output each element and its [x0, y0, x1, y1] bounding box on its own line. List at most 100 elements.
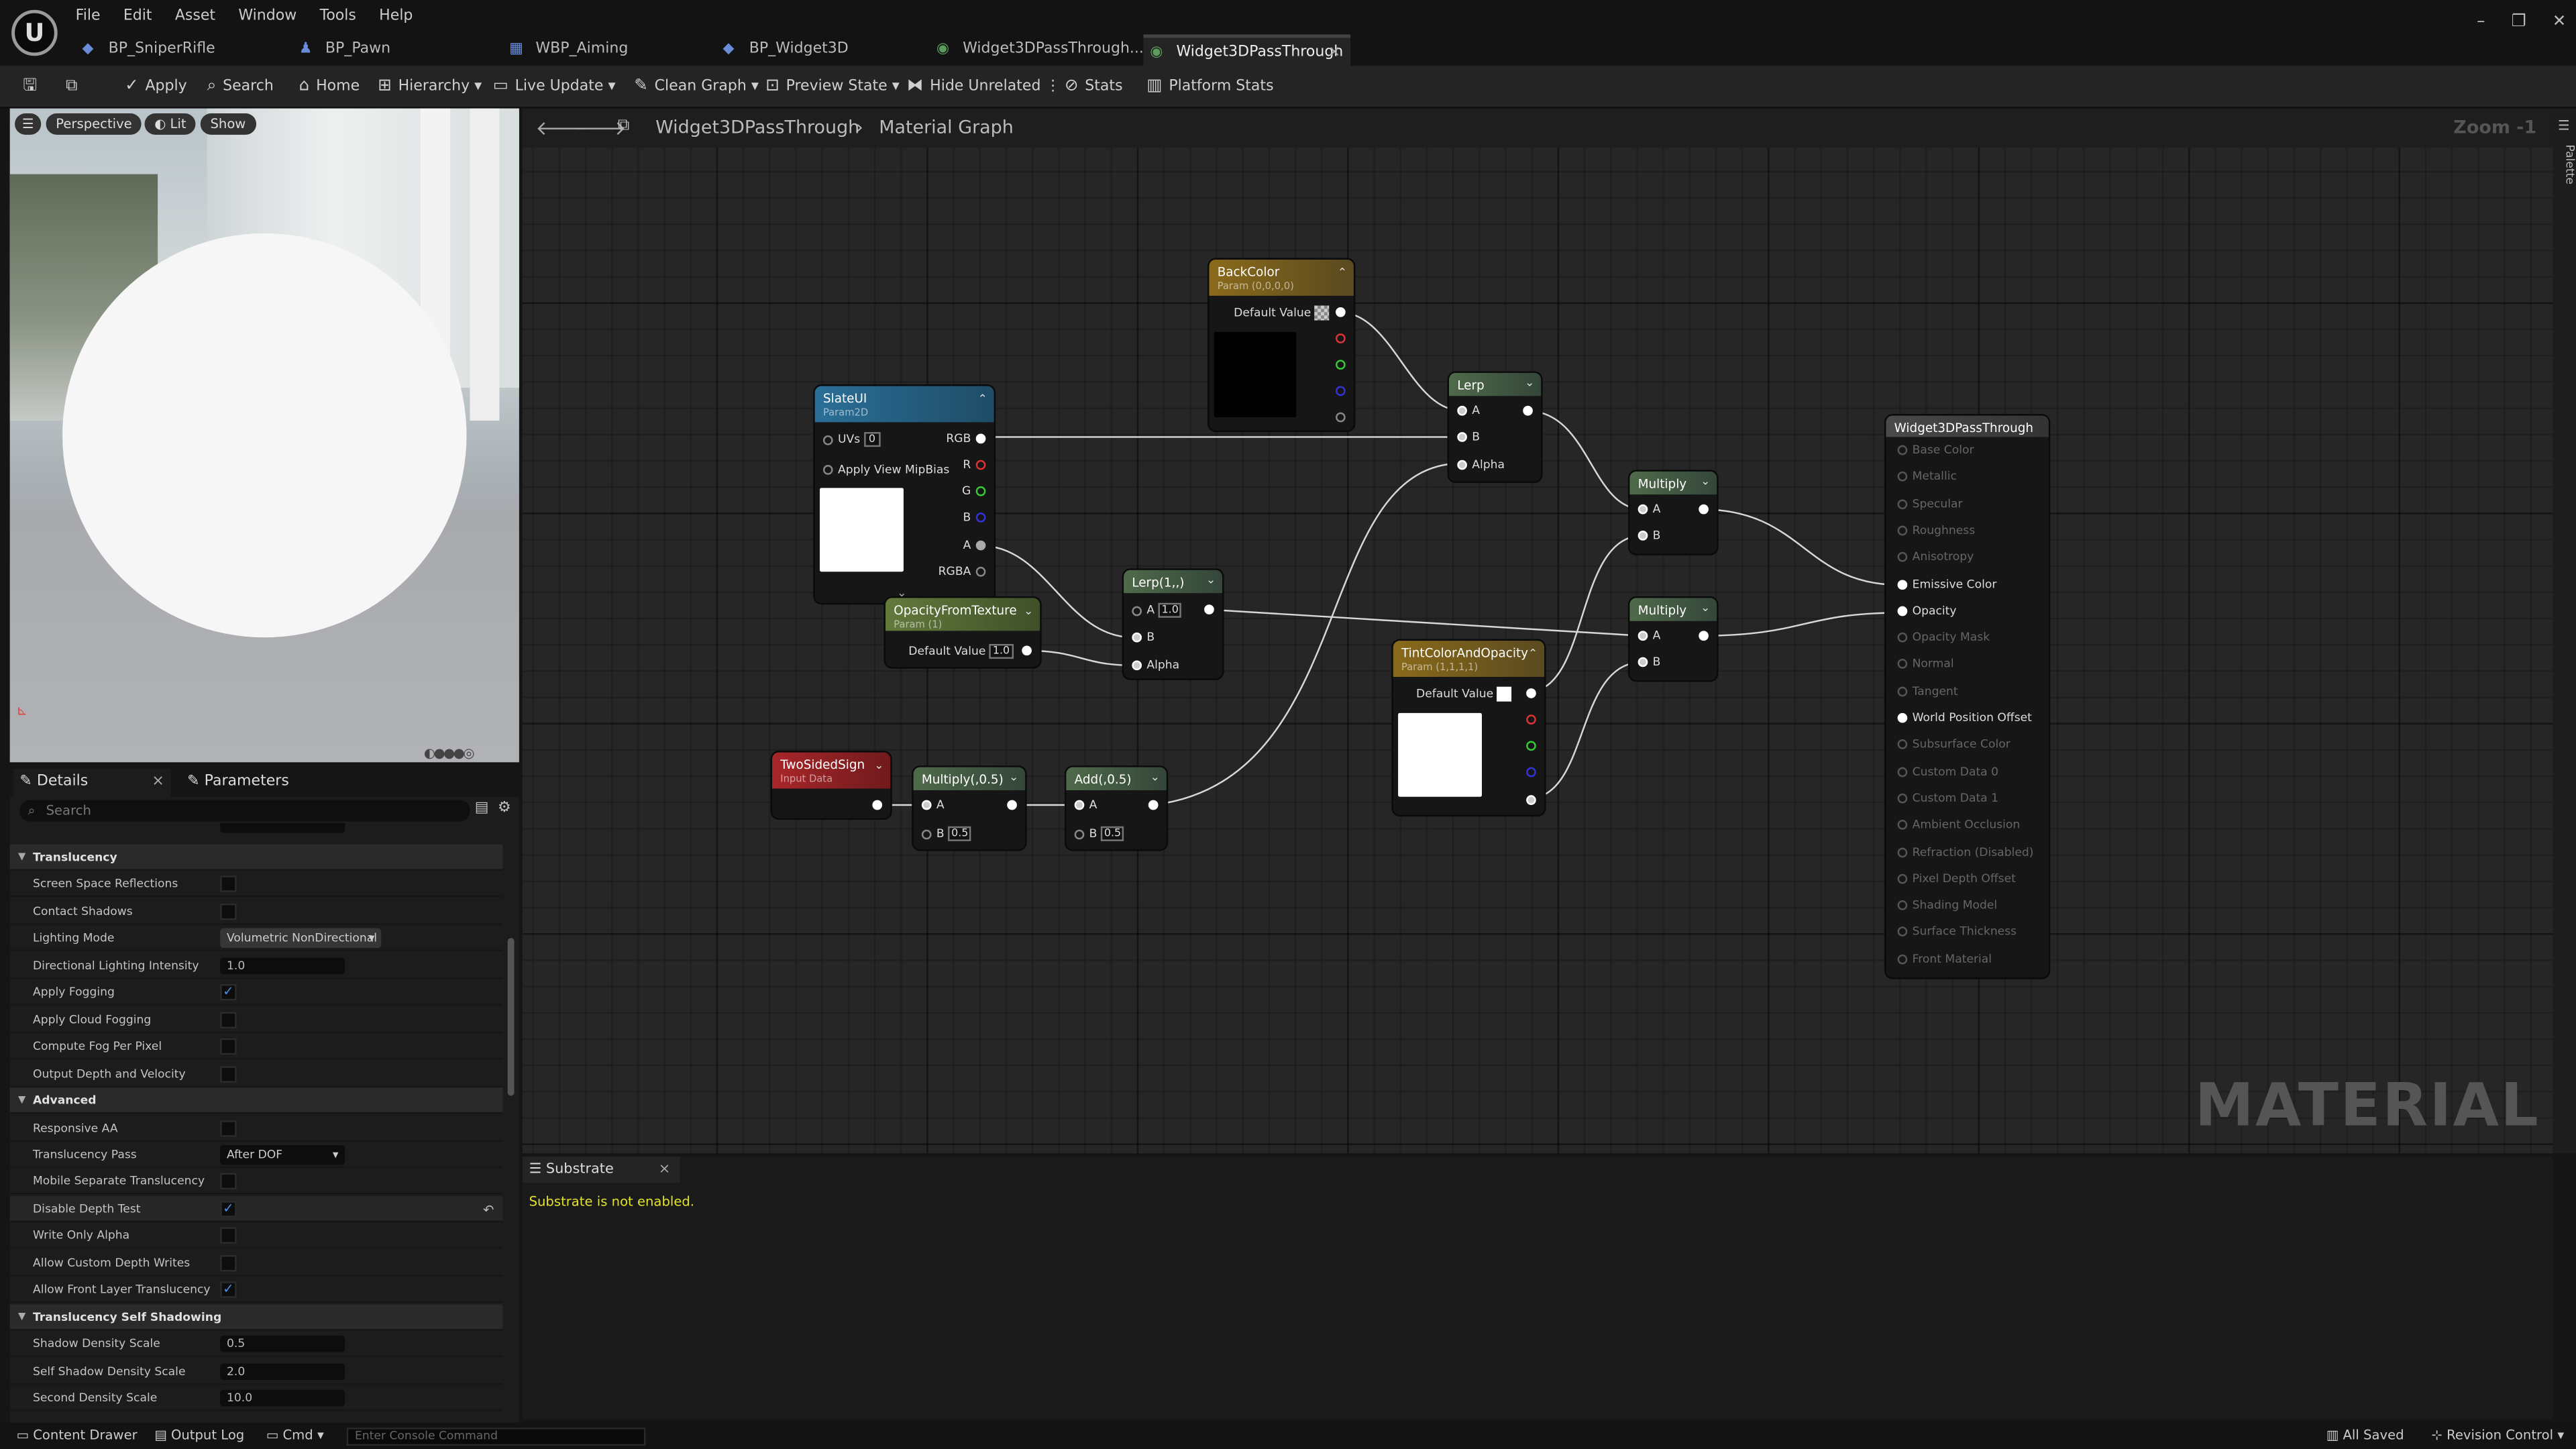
property-checkbox[interactable] — [220, 1011, 237, 1028]
lit-button[interactable]: ◐ Lit — [144, 113, 197, 135]
substrate-tab[interactable]: ☰ Substrate × — [522, 1157, 680, 1183]
collapse-icon[interactable]: ⌄ — [1150, 771, 1160, 786]
apply-button[interactable]: ✓ Apply — [125, 74, 187, 100]
result-input-pin[interactable]: Anisotropy — [1892, 551, 1974, 564]
cmd-dropdown[interactable]: ▭ Cmd ▾ — [266, 1423, 324, 1449]
close-icon[interactable]: × — [152, 769, 164, 797]
result-input-pin[interactable]: Metallic — [1892, 470, 1957, 484]
revision-control-button[interactable]: ⊹ Revision Control ▾ — [2431, 1423, 2564, 1449]
live-update-button[interactable]: ▭ Live Update ▾ — [493, 74, 616, 100]
collapse-icon[interactable]: ⌃ — [1338, 266, 1347, 281]
settings-gear-icon[interactable]: ⚙ — [498, 800, 511, 816]
output-pin-rgba[interactable]: RGBA — [938, 565, 991, 578]
save-button[interactable]: 🖫 — [23, 74, 44, 100]
details-search-input[interactable]: ⌕ Search — [19, 800, 470, 822]
expand-triangle-icon[interactable]: ▼ — [18, 1304, 25, 1330]
unreal-logo-icon[interactable]: U — [11, 9, 58, 56]
color-swatch-white[interactable] — [1497, 686, 1512, 702]
details-section-header[interactable]: ▼ Advanced — [9, 1087, 503, 1114]
input-pin-b[interactable]: B — [1127, 631, 1155, 644]
node-tint-color-and-opacity[interactable]: TintColorAndOpacity Param (1,1,1,1) ⌃ Defa… — [1393, 641, 1545, 815]
result-input-pin[interactable]: Base Color — [1892, 443, 1974, 457]
property-checkbox[interactable] — [220, 1065, 237, 1082]
menu-file[interactable]: File — [76, 8, 101, 24]
node-lerp[interactable]: Lerp ⌄ A B Alpha — [1449, 372, 1542, 482]
result-input-pin[interactable]: Opacity Mask — [1892, 631, 1990, 644]
stats-button[interactable]: ⊘ Stats — [1065, 74, 1123, 100]
collapse-icon[interactable]: ⌄ — [1206, 574, 1216, 588]
menu-help[interactable]: Help — [379, 8, 413, 24]
node-two-sided-sign[interactable]: TwoSidedSign Input Data ⌄ — [772, 752, 891, 818]
output-pin-r[interactable] — [1331, 332, 1350, 345]
property-number-input[interactable]: 2.0 — [220, 1362, 345, 1380]
output-pin[interactable] — [1694, 502, 1713, 516]
node-backcolor[interactable]: BackColor Param (0,0,0,0) ⌃ Default Value — [1209, 259, 1354, 431]
output-pin[interactable] — [1017, 644, 1036, 657]
output-pin[interactable] — [1143, 798, 1163, 812]
input-pin-mipbias[interactable]: Apply View MipBias — [818, 464, 949, 476]
tab-bp-pawn[interactable]: ♟ BP_Pawn — [292, 34, 496, 66]
expand-triangle-icon[interactable]: ▼ — [18, 845, 25, 871]
collapse-icon[interactable]: ⌄ — [1024, 604, 1033, 619]
property-dropdown[interactable]: After DOF ▾ — [220, 1144, 345, 1165]
tab-close-icon[interactable]: × — [1328, 38, 1340, 69]
tab-details[interactable]: ✎ Details × — [13, 769, 171, 797]
output-pin-b[interactable] — [1521, 765, 1541, 779]
output-pin-a[interactable] — [1521, 794, 1541, 807]
show-button[interactable]: Show — [200, 113, 256, 135]
menu-tools[interactable]: Tools — [320, 8, 356, 24]
details-scrollbar[interactable] — [507, 938, 515, 1096]
input-pin-a[interactable]: A — [1069, 798, 1097, 812]
result-input-pin[interactable]: Roughness — [1892, 524, 1975, 537]
output-pin-b[interactable]: B — [963, 511, 991, 524]
expand-triangle-icon[interactable]: ▼ — [18, 1087, 25, 1114]
output-pin-rgb[interactable] — [1521, 687, 1541, 700]
tab-widget3dpassthrough-active[interactable]: ◉ Widget3DPassThrough × — [1143, 34, 1351, 69]
input-pin-alpha[interactable]: Alpha — [1127, 659, 1179, 672]
output-pin-g[interactable]: G — [962, 484, 991, 498]
property-checkbox[interactable]: ✓ — [220, 1200, 237, 1218]
output-pin[interactable] — [1199, 603, 1219, 616]
input-pin-a[interactable]: A — [1633, 502, 1660, 516]
console-command-input[interactable]: Enter Console Command — [346, 1428, 646, 1446]
property-checkbox[interactable] — [220, 1038, 237, 1055]
result-input-pin[interactable]: Emissive Color — [1892, 578, 1996, 590]
output-pin[interactable] — [1694, 629, 1713, 643]
property-checkbox[interactable] — [220, 1173, 237, 1191]
output-pin-a[interactable] — [1331, 411, 1350, 424]
input-pin-b[interactable]: B — [1633, 529, 1660, 542]
output-pin[interactable] — [1518, 404, 1538, 417]
palette-sidebar[interactable]: ☰ Palette — [2553, 108, 2576, 1154]
platform-stats-button[interactable]: ▥ Platform Stats — [1146, 74, 1273, 100]
preview-viewport[interactable]: ☰ Perspective ◐ Lit Show ⊾ ◐●●●◎ — [9, 108, 519, 763]
node-multiply-half[interactable]: Multiply(,0.5) ⌄ A B 0.5 — [913, 767, 1026, 850]
property-number-input[interactable]: 1.0 — [220, 957, 345, 974]
reset-to-default-icon[interactable]: ↶ — [483, 1203, 494, 1218]
input-pin-b[interactable]: B 0.5 — [1069, 826, 1125, 841]
property-number-input[interactable]: 0.5 — [220, 1336, 345, 1352]
input-pin-a[interactable]: A 1.0 — [1127, 602, 1182, 618]
property-checkbox[interactable]: ✓ — [220, 984, 237, 1002]
minimize-icon[interactable]: – — [2477, 13, 2485, 32]
result-input-pin[interactable]: Shading Model — [1892, 899, 1997, 912]
preview-shape-icons[interactable]: ◐●●●◎ — [424, 746, 475, 761]
result-input-pin[interactable]: Tangent — [1892, 684, 1958, 698]
output-pin-g[interactable] — [1331, 358, 1350, 372]
property-checkbox[interactable]: ✓ — [220, 1281, 237, 1299]
input-pin-a[interactable]: A — [1633, 629, 1660, 643]
result-input-pin[interactable]: World Position Offset — [1892, 711, 2032, 724]
property-checkbox[interactable] — [220, 903, 237, 920]
input-pin-alpha[interactable]: Alpha — [1452, 458, 1505, 472]
menu-asset[interactable]: Asset — [175, 8, 215, 24]
tab-widget3dpassthrough-instance[interactable]: ◉ Widget3DPassThrough... — [930, 34, 1144, 66]
output-pin[interactable] — [867, 798, 887, 812]
result-input-pin[interactable]: Refraction (Disabled) — [1892, 845, 2033, 859]
output-pin-b[interactable] — [1331, 384, 1350, 398]
property-checkbox[interactable] — [220, 1228, 237, 1244]
perspective-button[interactable]: Perspective — [46, 113, 142, 135]
home-button[interactable]: ⌂ Home — [299, 74, 360, 100]
tab-bp-sniperrifle[interactable]: ◆ BP_SniperRifle — [76, 34, 286, 66]
input-pin-b[interactable]: B 0.5 — [917, 826, 972, 841]
hide-unrelated-button[interactable]: ⧓ Hide Unrelated ⋮ — [907, 74, 1061, 100]
material-graph-canvas[interactable]: 🡐 🡒 ⧉ Widget3DPassThrough › Material Gra… — [522, 108, 2553, 1154]
